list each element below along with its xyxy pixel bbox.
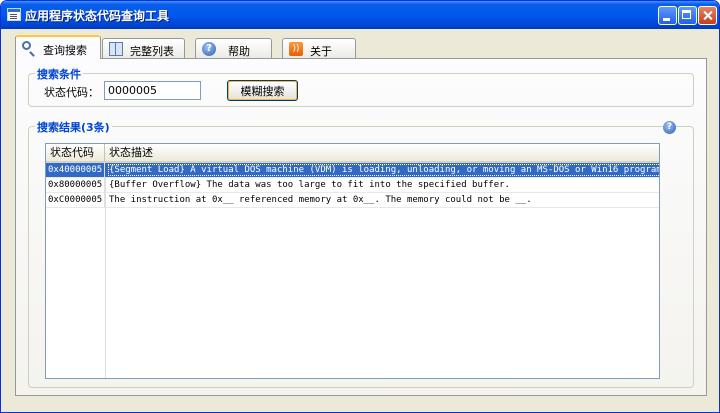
search-criteria-title: 搜索条件	[35, 66, 83, 82]
book-icon	[109, 42, 123, 56]
app-icon	[7, 8, 21, 21]
status-code-cell: 0x80000005	[46, 178, 105, 193]
tab-label: 完整列表	[130, 45, 174, 58]
grid-rows: 0x40000005 {Segment Load} A virtual DOS …	[46, 163, 659, 208]
tab-about[interactable]: )) 关于	[282, 38, 356, 58]
search-results-title: 搜索结果(3条)	[35, 119, 112, 135]
close-button[interactable]	[698, 6, 717, 25]
results-grid[interactable]: 状态代码 状态描述 0x40000005 {Segment Load} A vi…	[45, 143, 660, 379]
status-description-cell: {Buffer Overflow} The data was too large…	[105, 178, 659, 193]
tab-label: 帮助	[228, 45, 250, 58]
magnifier-icon	[22, 41, 31, 50]
minimize-button[interactable]	[658, 6, 677, 25]
table-row[interactable]: 0xC0000005 The instruction at 0x__ refer…	[46, 193, 659, 208]
tab-search[interactable]: 查询搜索	[15, 35, 101, 59]
status-description-cell: The instruction at 0x__ referenced memor…	[105, 193, 659, 208]
window-title: 应用程序状态代码查询工具	[25, 9, 170, 23]
status-description-cell: {Segment Load} A virtual DOS machine (VD…	[105, 163, 659, 178]
title-bar[interactable]: 应用程序状态代码查询工具	[1, 1, 719, 29]
status-description-text: {Segment Load} A virtual DOS machine (VD…	[108, 164, 659, 176]
tab-help[interactable]: ? 帮助	[195, 38, 272, 58]
help-icon[interactable]: ?	[663, 121, 676, 134]
status-code-input[interactable]	[104, 81, 201, 100]
tab-label: 查询搜索	[43, 44, 87, 57]
fuzzy-search-button[interactable]: 模糊搜索	[227, 80, 298, 101]
maximize-button[interactable]	[678, 6, 697, 25]
grid-header: 状态代码 状态描述	[46, 144, 659, 163]
tab-panel-search: 搜索条件 状态代码： 模糊搜索 搜索结果(3条) ? 状态代码 状态描述 0x4…	[15, 58, 707, 396]
status-code-cell: 0xC0000005	[46, 193, 105, 208]
column-header-description[interactable]: 状态描述	[105, 144, 659, 161]
tab-label: 关于	[310, 45, 332, 58]
status-code-cell: 0x40000005	[46, 163, 105, 178]
tab-full-list[interactable]: 完整列表	[102, 38, 185, 58]
column-header-code[interactable]: 状态代码	[46, 144, 105, 161]
rss-icon: ))	[289, 42, 303, 56]
app-window: 应用程序状态代码查询工具 查询搜索 完整列表 ? 帮助 )) 关于 搜索条件 状…	[0, 0, 720, 413]
status-description-text: The instruction at 0x__ referenced memor…	[109, 195, 532, 205]
table-row[interactable]: 0x40000005 {Segment Load} A virtual DOS …	[46, 163, 659, 178]
status-description-text: {Buffer Overflow} The data was too large…	[109, 180, 510, 190]
status-code-label: 状态代码：	[44, 86, 99, 99]
help-icon: ?	[202, 42, 216, 56]
table-row[interactable]: 0x80000005 {Buffer Overflow} The data wa…	[46, 178, 659, 193]
